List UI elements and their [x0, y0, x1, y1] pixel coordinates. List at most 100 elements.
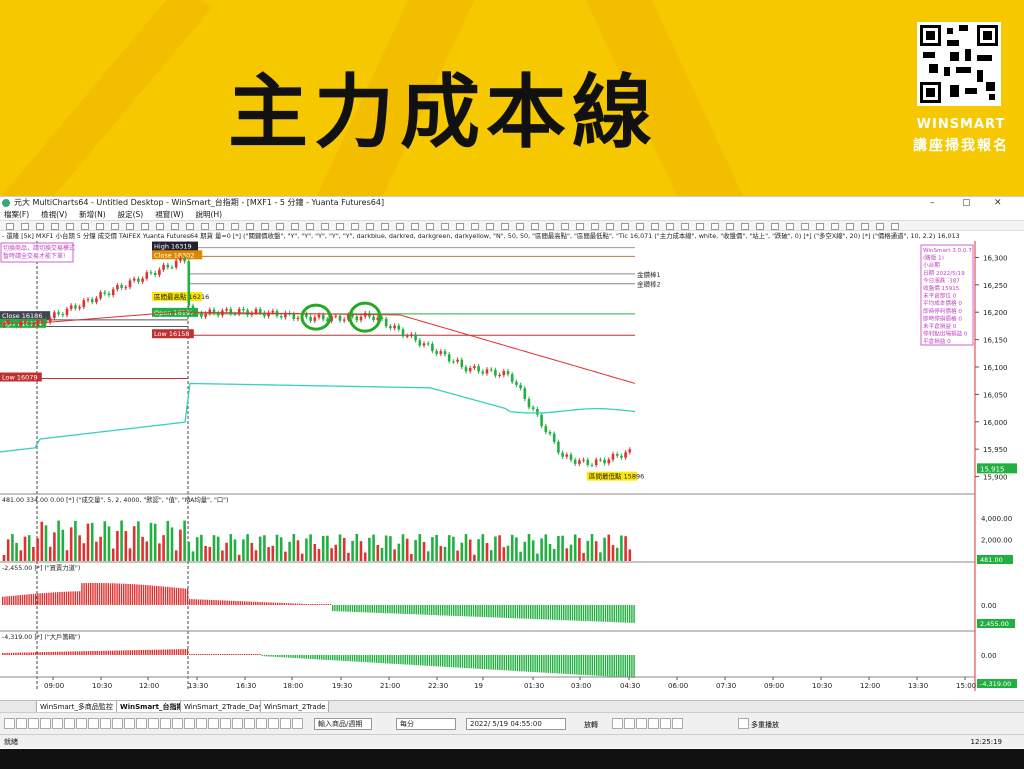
toolbar-button[interactable]: [261, 223, 269, 230]
toolbar-button[interactable]: [636, 223, 644, 230]
toolbar-button[interactable]: [666, 223, 674, 230]
toolbar-button[interactable]: [411, 223, 419, 230]
replay-datetime[interactable]: 2022/ 5/19 04:55:00: [466, 718, 566, 730]
bottom-tool-button[interactable]: [244, 718, 255, 729]
menu-window[interactable]: 視窗(W): [155, 209, 183, 220]
bottom-tool-button[interactable]: [672, 718, 683, 729]
bottom-tool-button[interactable]: [208, 718, 219, 729]
toolbar-button[interactable]: [171, 223, 179, 230]
toolbar-button[interactable]: [141, 223, 149, 230]
toolbar-button[interactable]: [606, 223, 614, 230]
toolbar-button[interactable]: [81, 223, 89, 230]
bottom-tool-button[interactable]: [52, 718, 63, 729]
replay-label[interactable]: 放轉: [584, 720, 598, 730]
toolbar-button[interactable]: [501, 223, 509, 230]
toolbar-button[interactable]: [786, 223, 794, 230]
bottom-tool-button[interactable]: [624, 718, 635, 729]
bottom-tool-button[interactable]: [220, 718, 231, 729]
bottom-tool-button[interactable]: [738, 718, 749, 729]
bottom-tool-button[interactable]: [76, 718, 87, 729]
toolbar-button[interactable]: [846, 223, 854, 230]
bottom-tool-button[interactable]: [160, 718, 171, 729]
toolbar-button[interactable]: [801, 223, 809, 230]
toolbar-button[interactable]: [531, 223, 539, 230]
bottom-tool-button[interactable]: [4, 718, 15, 729]
toolbar-button[interactable]: [351, 223, 359, 230]
toolbar-button[interactable]: [321, 223, 329, 230]
maximize-button[interactable]: ▢: [962, 197, 971, 209]
toolbar-button[interactable]: [831, 223, 839, 230]
toolbar-button[interactable]: [816, 223, 824, 230]
bottom-tool-button[interactable]: [184, 718, 195, 729]
toolbar-button[interactable]: [291, 223, 299, 230]
toolbar-button[interactable]: [681, 223, 689, 230]
toolbar-button[interactable]: [891, 223, 899, 230]
multi-replay-label[interactable]: 多重播放: [751, 720, 779, 730]
bottom-tool-button[interactable]: [172, 718, 183, 729]
toolbar-button[interactable]: [156, 223, 164, 230]
toolbar-button[interactable]: [366, 223, 374, 230]
toolbar-button[interactable]: [6, 223, 14, 230]
bottom-tool-button[interactable]: [100, 718, 111, 729]
toolbar-button[interactable]: [276, 223, 284, 230]
toolbar-button[interactable]: [381, 223, 389, 230]
toolbar-button[interactable]: [216, 223, 224, 230]
minimize-button[interactable]: –: [930, 197, 935, 209]
bottom-tool-button[interactable]: [256, 718, 267, 729]
toolbar-button[interactable]: [561, 223, 569, 230]
toolbar-button[interactable]: [621, 223, 629, 230]
toolbar-button[interactable]: [36, 223, 44, 230]
toolbar-button[interactable]: [186, 223, 194, 230]
bottom-tool-button[interactable]: [636, 718, 647, 729]
toolbar-button[interactable]: [711, 223, 719, 230]
toolbar-button[interactable]: [591, 223, 599, 230]
symbol-input[interactable]: 輸入商品/週期: [314, 718, 372, 730]
bottom-tool-button[interactable]: [292, 718, 303, 729]
bottom-tool-button[interactable]: [280, 718, 291, 729]
toolbar-button[interactable]: [756, 223, 764, 230]
toolbar-button[interactable]: [306, 223, 314, 230]
toolbar-button[interactable]: [51, 223, 59, 230]
toolbar-button[interactable]: [861, 223, 869, 230]
menu-new[interactable]: 新增(N): [79, 209, 105, 220]
bottom-tool-button[interactable]: [148, 718, 159, 729]
toolbar-button[interactable]: [246, 223, 254, 230]
close-button[interactable]: ✕: [994, 197, 1002, 209]
bottom-tool-button[interactable]: [196, 718, 207, 729]
bottom-tool-button[interactable]: [88, 718, 99, 729]
toolbar-button[interactable]: [396, 223, 404, 230]
toolbar-button[interactable]: [201, 223, 209, 230]
bottom-tool-button[interactable]: [40, 718, 51, 729]
toolbar-button[interactable]: [771, 223, 779, 230]
toolbar-button[interactable]: [471, 223, 479, 230]
bottom-tool-button[interactable]: [64, 718, 75, 729]
bottom-tool-button[interactable]: [16, 718, 27, 729]
bottom-tool-button[interactable]: [268, 718, 279, 729]
brand-cta[interactable]: 講座掃我報名: [903, 135, 1019, 155]
interval-select[interactable]: 每分: [396, 718, 456, 730]
toolbar-button[interactable]: [111, 223, 119, 230]
menu-settings[interactable]: 設定(S): [118, 209, 144, 220]
toolbar-button[interactable]: [66, 223, 74, 230]
toolbar-button[interactable]: [876, 223, 884, 230]
toolbar-button[interactable]: [576, 223, 584, 230]
bottom-tool-button[interactable]: [136, 718, 147, 729]
toolbar-button[interactable]: [486, 223, 494, 230]
toolbar-button[interactable]: [726, 223, 734, 230]
qr-code-icon[interactable]: [917, 22, 1001, 106]
toolbar-button[interactable]: [126, 223, 134, 230]
menu-view[interactable]: 檢視(V): [41, 209, 67, 220]
toolbar-button[interactable]: [231, 223, 239, 230]
toolbar-button[interactable]: [96, 223, 104, 230]
toolbar-button[interactable]: [516, 223, 524, 230]
toolbar-button[interactable]: [651, 223, 659, 230]
bottom-tool-button[interactable]: [112, 718, 123, 729]
bottom-tool-button[interactable]: [648, 718, 659, 729]
toolbar-button[interactable]: [426, 223, 434, 230]
bottom-tool-button[interactable]: [124, 718, 135, 729]
toolbar-button[interactable]: [456, 223, 464, 230]
toolbar-button[interactable]: [441, 223, 449, 230]
price-chart[interactable]: 16,300 16,250 16,200 16,150 16,100 16,050 16,0…: [0, 241, 1024, 691]
menu-file[interactable]: 檔案(F): [4, 209, 29, 220]
menu-help[interactable]: 說明(H): [196, 209, 223, 220]
